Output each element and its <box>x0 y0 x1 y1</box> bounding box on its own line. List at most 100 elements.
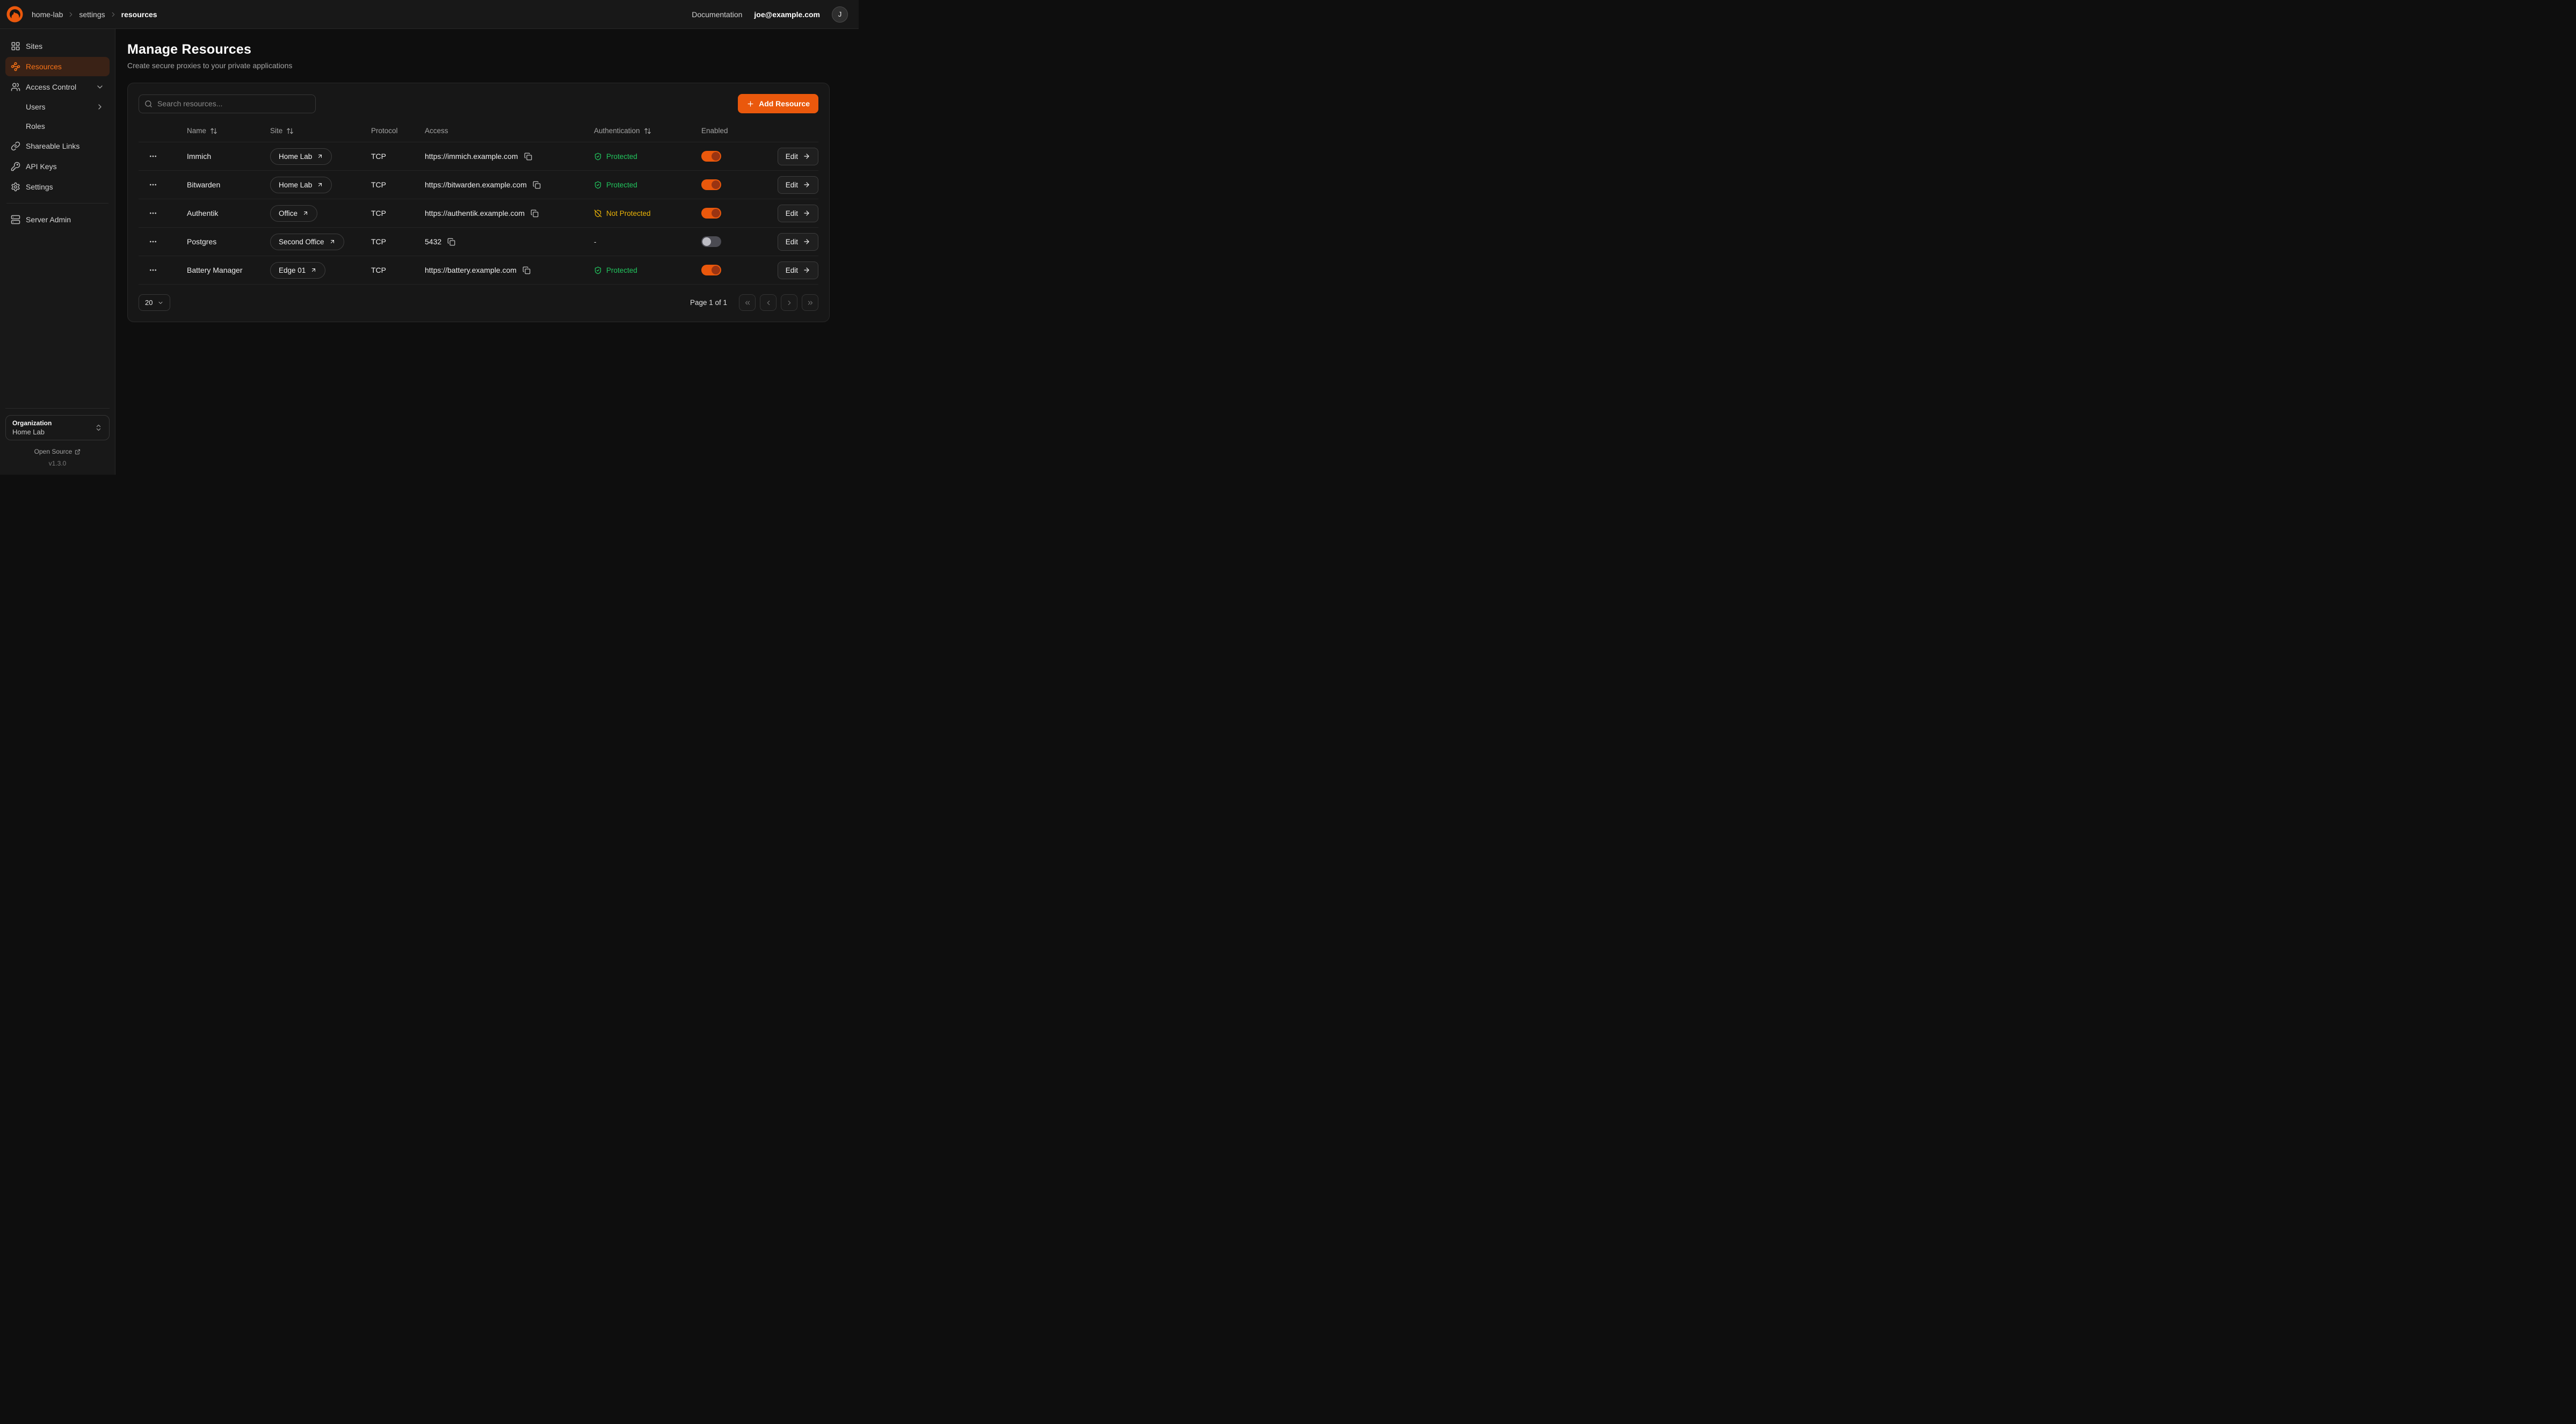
table-row: Authentik Office TCP https://authentik.e… <box>139 199 818 228</box>
chevron-right-icon <box>786 299 793 307</box>
enabled-toggle[interactable] <box>701 236 721 247</box>
sidebar-item-roles[interactable]: Roles <box>5 117 110 135</box>
search-input[interactable] <box>139 95 316 113</box>
column-label: Access <box>425 127 448 135</box>
toggle-knob <box>712 152 720 161</box>
resource-name: Immich <box>187 152 270 161</box>
main-content: Manage Resources Create secure proxies t… <box>115 29 859 475</box>
user-email[interactable]: joe@example.com <box>754 10 820 19</box>
ellipsis-icon <box>149 209 157 217</box>
enabled-toggle[interactable] <box>701 265 721 275</box>
enabled-toggle[interactable] <box>701 151 721 162</box>
copy-icon[interactable] <box>531 209 539 217</box>
open-source-link[interactable]: Open Source <box>5 448 110 455</box>
sidebar-item-settings[interactable]: Settings <box>5 177 110 197</box>
chevrons-left-icon <box>744 299 751 307</box>
arrow-up-right-icon <box>317 153 323 159</box>
site-link-button[interactable]: Home Lab <box>270 148 332 165</box>
sidebar-item-resources[interactable]: Resources <box>5 57 110 76</box>
row-menu-button[interactable] <box>146 149 160 163</box>
auth-status-label: Not Protected <box>606 209 651 217</box>
next-page-button[interactable] <box>781 294 797 311</box>
link-icon <box>11 141 20 151</box>
arrow-up-right-icon <box>310 267 317 273</box>
column-header-protocol: Protocol <box>371 127 425 135</box>
app-logo-icon[interactable] <box>6 6 23 23</box>
enabled-toggle[interactable] <box>701 208 721 219</box>
sidebar-item-sites[interactable]: Sites <box>5 37 110 56</box>
server-icon <box>11 215 20 224</box>
pagination-bar: 20 Page 1 of 1 <box>139 294 818 311</box>
arrow-right-icon <box>803 181 810 188</box>
auth-status: - <box>594 238 701 246</box>
page-size-select[interactable]: 20 <box>139 294 170 311</box>
sidebar-nav: Sites Resources Access Control Users Rol… <box>5 37 110 229</box>
breadcrumb-settings[interactable]: settings <box>79 10 105 19</box>
sort-icon <box>286 127 294 135</box>
copy-icon[interactable] <box>447 238 455 246</box>
edit-button[interactable]: Edit <box>778 176 818 194</box>
sidebar-item-shareable-links[interactable]: Shareable Links <box>5 136 110 156</box>
arrow-right-icon <box>803 152 810 160</box>
chevron-right-icon <box>67 11 75 18</box>
previous-page-button[interactable] <box>760 294 777 311</box>
site-link-button[interactable]: Second Office <box>270 234 344 250</box>
auth-status-label: Protected <box>606 152 637 161</box>
row-menu-button[interactable] <box>146 235 160 249</box>
site-link-button[interactable]: Office <box>270 205 317 222</box>
sidebar-item-access-control[interactable]: Access Control <box>5 77 110 97</box>
documentation-link[interactable]: Documentation <box>692 10 742 19</box>
edit-label: Edit <box>786 209 798 217</box>
column-header-name[interactable]: Name <box>187 127 270 135</box>
edit-button[interactable]: Edit <box>778 148 818 165</box>
access-url: https://battery.example.com <box>425 266 517 274</box>
copy-icon[interactable] <box>533 181 541 189</box>
copy-icon[interactable] <box>524 152 532 161</box>
page-title: Manage Resources <box>127 42 830 57</box>
edit-button[interactable]: Edit <box>778 233 818 251</box>
breadcrumb-org[interactable]: home-lab <box>32 10 63 19</box>
site-link-button[interactable]: Home Lab <box>270 177 332 193</box>
copy-icon[interactable] <box>523 266 531 274</box>
auth-status-label: Protected <box>606 181 637 189</box>
edit-button[interactable]: Edit <box>778 205 818 222</box>
arrow-right-icon <box>803 266 810 274</box>
resources-card: Add Resource Name Site Protocol Access A… <box>127 83 830 322</box>
enabled-toggle[interactable] <box>701 179 721 190</box>
avatar[interactable]: J <box>832 6 848 23</box>
page-subtitle: Create secure proxies to your private ap… <box>127 61 830 70</box>
site-name: Edge 01 <box>279 266 306 274</box>
toggle-knob <box>712 180 720 189</box>
resource-protocol: TCP <box>371 266 425 274</box>
column-header-enabled: Enabled <box>701 127 777 135</box>
row-menu-button[interactable] <box>146 178 160 192</box>
arrow-up-right-icon <box>329 238 336 245</box>
sidebar-item-api-keys[interactable]: API Keys <box>5 157 110 176</box>
sidebar-item-users[interactable]: Users <box>5 98 110 116</box>
sidebar-item-server-admin[interactable]: Server Admin <box>5 210 110 229</box>
gear-icon <box>11 182 20 192</box>
shield-off-icon <box>594 209 602 217</box>
resource-name: Battery Manager <box>187 266 270 274</box>
organization-selector[interactable]: Organization Home Lab <box>5 415 110 440</box>
row-menu-button[interactable] <box>146 263 160 277</box>
resource-protocol: TCP <box>371 209 425 217</box>
topbar-right: Documentation joe@example.com J <box>692 6 848 23</box>
add-resource-button[interactable]: Add Resource <box>738 94 818 113</box>
chevrons-right-icon <box>807 299 814 307</box>
search-icon <box>144 100 153 108</box>
key-icon <box>11 162 20 171</box>
organization-value: Home Lab <box>12 428 52 436</box>
last-page-button[interactable] <box>802 294 818 311</box>
row-menu-button[interactable] <box>146 206 160 220</box>
auth-status: Protected <box>594 181 701 189</box>
edit-button[interactable]: Edit <box>778 261 818 279</box>
sidebar-item-label: Server Admin <box>26 215 71 224</box>
first-page-button[interactable] <box>739 294 756 311</box>
site-link-button[interactable]: Edge 01 <box>270 262 325 279</box>
sidebar-divider <box>6 203 108 204</box>
column-header-authentication[interactable]: Authentication <box>594 127 701 135</box>
column-header-site[interactable]: Site <box>270 127 371 135</box>
arrow-up-right-icon <box>317 181 323 188</box>
site-name: Office <box>279 209 297 217</box>
